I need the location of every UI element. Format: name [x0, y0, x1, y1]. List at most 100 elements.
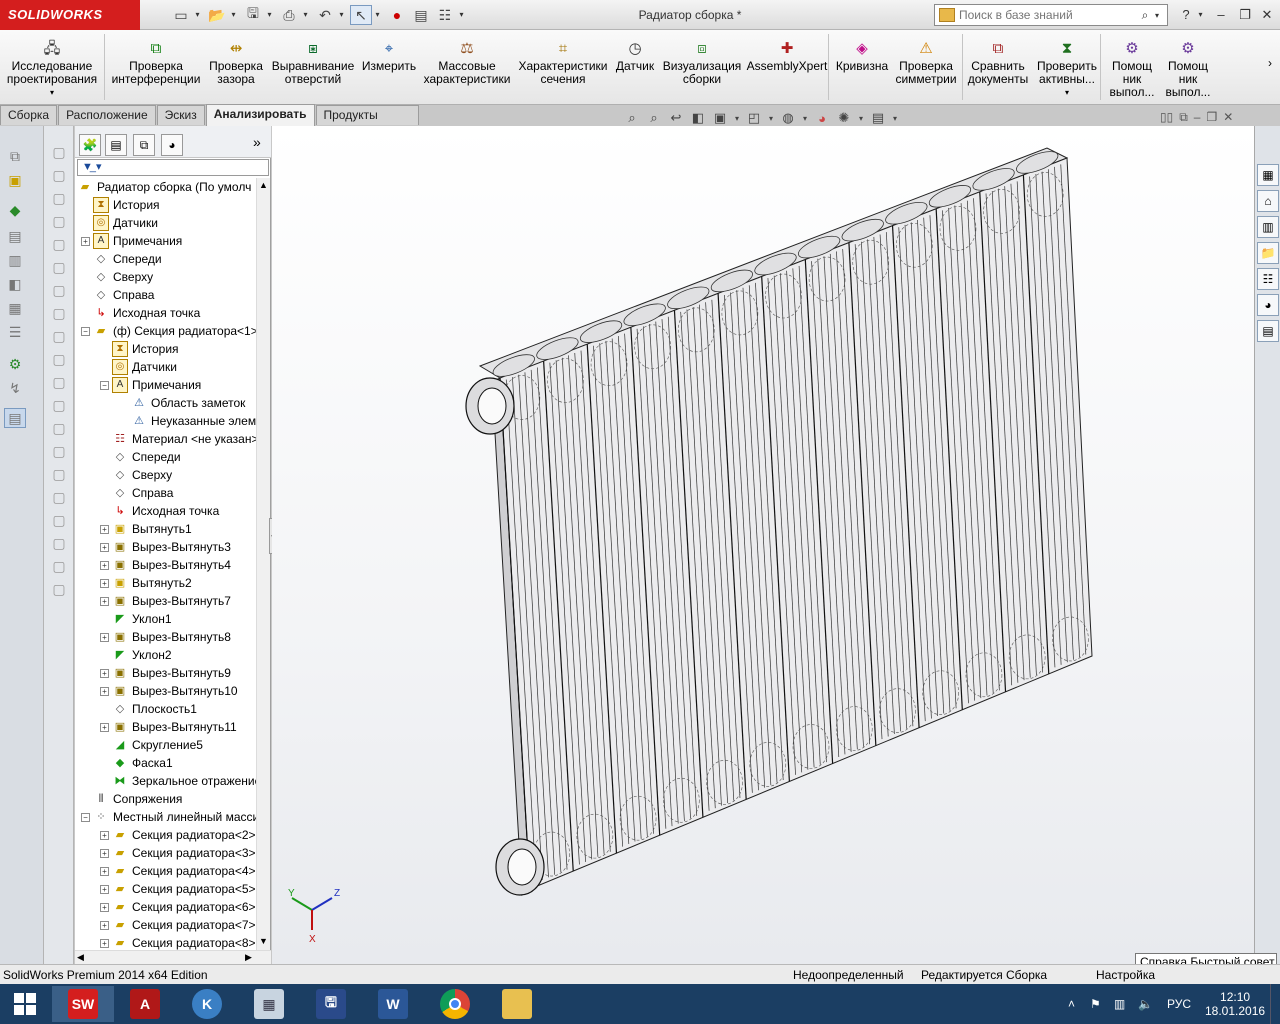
view-settings-icon[interactable]: ▤: [868, 108, 888, 128]
expand-icon[interactable]: +: [100, 578, 109, 588]
tree-item[interactable]: ◇ Плоскость1: [100, 700, 197, 718]
cmd-interference-button[interactable]: ⧉ Проверка интерференции: [108, 32, 204, 102]
tree-item[interactable]: ◇ Спереди: [100, 448, 181, 466]
left-tool-snapshot-icon[interactable]: ▤: [4, 408, 26, 428]
expand-icon[interactable]: +: [100, 848, 109, 858]
secondary-tool-icon[interactable]: ▢: [48, 211, 70, 231]
tree-item[interactable]: + ▣ Вырез-Вытянуть4: [100, 556, 231, 574]
minimize-icon[interactable]: –: [1212, 6, 1230, 24]
tab-2[interactable]: Эскиз: [156, 105, 205, 125]
left-tool-bom-icon[interactable]: ↯: [4, 378, 26, 398]
undo-dropdown-icon[interactable]: ▾: [337, 8, 346, 22]
tree-item[interactable]: ⚠ Неуказанные элементы: [119, 412, 256, 430]
tree-item[interactable]: − ⁘ Местный линейный массив: [81, 808, 256, 826]
tray-clock[interactable]: 12:10 18.01.2016: [1205, 984, 1265, 1024]
expand-icon[interactable]: +: [100, 920, 109, 930]
tree-item[interactable]: ☷ Материал <не указан>: [100, 430, 256, 448]
collapse-icon[interactable]: −: [81, 326, 90, 336]
tree-item[interactable]: ↳ Исходная точка: [100, 502, 219, 520]
left-tool-smart-fastener-icon[interactable]: ⚙: [4, 354, 26, 374]
tray-network-icon[interactable]: ▥: [1114, 984, 1125, 1024]
configuration-tab-icon[interactable]: ⧉: [133, 134, 155, 156]
custom-properties-icon[interactable]: ▤: [1257, 320, 1279, 342]
rebuild-icon[interactable]: ●: [386, 5, 408, 25]
tree-item[interactable]: ◎ Датчики: [81, 214, 158, 232]
secondary-tool-icon[interactable]: ▢: [48, 280, 70, 300]
tree-item[interactable]: + ▣ Вытянуть2: [100, 574, 192, 592]
secondary-tool-icon[interactable]: ▢: [48, 441, 70, 461]
settings-dropdown-icon[interactable]: ▾: [890, 108, 900, 128]
tree-item[interactable]: ◇ Справа: [81, 286, 155, 304]
scroll-down-icon[interactable]: ▼: [259, 936, 268, 946]
tray-volume-icon[interactable]: 🔈: [1138, 984, 1153, 1024]
cmd-hole-alignment-button[interactable]: ⧆ Выравнивание отверстий: [272, 32, 355, 102]
property-manager-tab-icon[interactable]: ▤: [105, 134, 127, 156]
secondary-tool-icon[interactable]: ▢: [48, 464, 70, 484]
graphics-viewport[interactable]: Y Z X: [272, 126, 1254, 964]
tree-item[interactable]: + ▰ Секция радиатора<4>: [100, 862, 256, 880]
tree-item[interactable]: − ▰ (ф) Секция радиатора<1>: [81, 322, 256, 340]
tree-item[interactable]: + ▰ Секция радиатора<5>: [100, 880, 256, 898]
secondary-tool-icon[interactable]: ▢: [48, 165, 70, 185]
cmd-compare-documents-button[interactable]: ⧉ Сравнить документы: [966, 32, 1030, 102]
expand-icon[interactable]: +: [100, 938, 109, 948]
secondary-tool-icon[interactable]: ▢: [48, 234, 70, 254]
secondary-tool-icon[interactable]: ▢: [48, 257, 70, 277]
left-tool-component-icon[interactable]: ⧉: [4, 146, 26, 166]
options-dropdown-icon[interactable]: ▾: [457, 8, 466, 22]
solidworks-resources-icon[interactable]: ▦: [1257, 164, 1279, 186]
search-icon[interactable]: ⌕: [1135, 8, 1155, 23]
secondary-tool-icon[interactable]: ▢: [48, 303, 70, 323]
cmd-wizard-button[interactable]: ⚙ Помощ ник выпол...: [1160, 32, 1216, 102]
tab-3[interactable]: Анализировать: [205, 104, 315, 126]
view-dropdown-icon[interactable]: ▾: [732, 108, 742, 128]
knowledge-search[interactable]: ⌕ ▾: [934, 4, 1168, 26]
file-explorer-icon[interactable]: 📁: [1257, 242, 1279, 264]
tree-item[interactable]: + ▰ Секция радиатора<6>: [100, 898, 256, 916]
search-input[interactable]: [955, 8, 1135, 22]
start-button[interactable]: [0, 986, 50, 1022]
home-icon[interactable]: ⌂: [1257, 190, 1279, 212]
cmd-clearance-button[interactable]: ⇹ Проверка зазора: [204, 32, 268, 102]
restore-icon[interactable]: ❐: [1236, 6, 1254, 24]
tree-item[interactable]: ◇ Сверху: [100, 466, 172, 484]
split-icon[interactable]: ⧉: [1179, 110, 1188, 125]
expand-icon[interactable]: +: [100, 542, 109, 552]
tree-root[interactable]: ▰ Радиатор сборка (По умолч: [77, 178, 252, 196]
tree-filter[interactable]: ▼̲ ▾: [77, 159, 269, 176]
view-orientation-icon[interactable]: ◰: [744, 108, 764, 128]
display-style-icon[interactable]: ◍: [778, 108, 798, 128]
taskbar-word[interactable]: W: [362, 986, 424, 1022]
tree-item[interactable]: ◤ Уклон1: [100, 610, 172, 628]
left-tool-move-icon[interactable]: ▥: [4, 250, 26, 270]
tree-item[interactable]: ⧓ Зеркальное отражение: [100, 772, 257, 790]
secondary-tool-icon[interactable]: ▢: [48, 349, 70, 369]
tree-item[interactable]: ⧗ История: [81, 196, 160, 214]
secondary-tool-icon[interactable]: ▢: [48, 579, 70, 599]
display-manager-tab-icon[interactable]: ◕: [161, 134, 183, 156]
expand-icon[interactable]: +: [81, 236, 90, 246]
left-tool-show-hidden-icon[interactable]: ◧: [4, 274, 26, 294]
tree-item[interactable]: ⧗ История: [100, 340, 179, 358]
help-icon[interactable]: ?: [1177, 6, 1195, 24]
tree-item[interactable]: + ▣ Вытянуть1: [100, 520, 192, 538]
scroll-up-icon[interactable]: ▲: [259, 180, 268, 190]
print-dropdown-icon[interactable]: ▾: [301, 8, 310, 22]
new-dropdown-icon[interactable]: ▾: [193, 8, 202, 22]
tree-item[interactable]: + A Примечания: [81, 232, 182, 250]
scroll-left-icon[interactable]: ◀: [77, 952, 84, 963]
left-tool-insert-icon[interactable]: ▣: [4, 170, 26, 190]
tree-item[interactable]: + ▣ Вырез-Вытянуть3: [100, 538, 231, 556]
tree-item[interactable]: + ▰ Секция радиатора<2>: [100, 826, 256, 844]
left-tool-pattern-icon[interactable]: ▤: [4, 226, 26, 246]
undo-icon[interactable]: ↶: [314, 5, 336, 25]
left-tool-mate-icon[interactable]: ◆: [4, 200, 26, 220]
tray-language[interactable]: РУС: [1167, 984, 1191, 1024]
tree-item[interactable]: ◢ Скругление5: [100, 736, 203, 754]
tree-item[interactable]: ◎ Датчики: [100, 358, 177, 376]
scroll-right-icon[interactable]: ▶: [245, 952, 252, 963]
expand-icon[interactable]: +: [100, 668, 109, 678]
tree-item[interactable]: ◤ Уклон2: [100, 646, 172, 664]
tree-item[interactable]: + ▣ Вырез-Вытянуть11: [100, 718, 237, 736]
tray-flag-icon[interactable]: ⚑: [1090, 984, 1101, 1024]
